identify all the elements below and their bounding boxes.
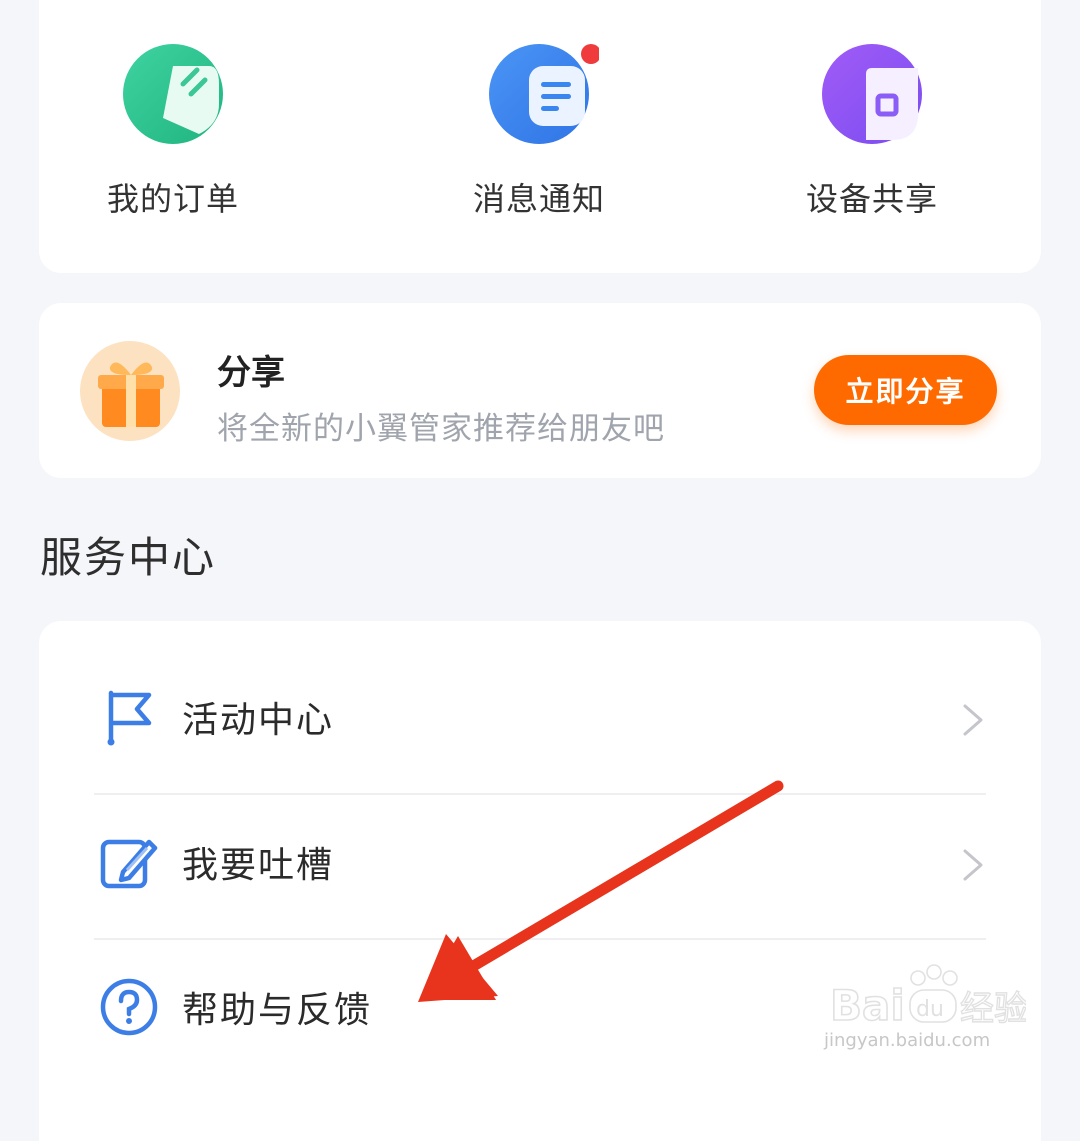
- edit-icon: [99, 832, 159, 892]
- share-card: 分享 将全新的小翼管家推荐给朋友吧 立即分享: [39, 303, 1041, 478]
- message-notification-button[interactable]: 消息通知: [429, 44, 649, 234]
- my-orders-label: 我的订单: [106, 180, 239, 218]
- service-item-label: 帮助与反馈: [182, 990, 373, 1031]
- device-share-button[interactable]: 设备共享: [762, 44, 982, 234]
- order-icon: [123, 44, 223, 144]
- help-icon: [99, 977, 159, 1037]
- gift-icon: [80, 341, 180, 441]
- service-item-feedback-complaint[interactable]: 我要吐槽: [94, 792, 986, 936]
- chevron-right-icon: [963, 704, 983, 736]
- share-now-button[interactable]: 立即分享: [814, 355, 997, 425]
- share-description: 将全新的小翼管家推荐给朋友吧: [217, 411, 665, 447]
- service-item-label: 活动中心: [182, 700, 335, 741]
- service-center-heading: 服务中心: [40, 533, 217, 582]
- service-center-list: 活动中心 我要吐槽 帮助与反馈: [39, 621, 1041, 1141]
- device-share-icon: [822, 44, 922, 144]
- chevron-right-icon: [963, 849, 983, 881]
- service-item-activity-center[interactable]: 活动中心: [94, 647, 986, 791]
- share-title: 分享: [217, 353, 285, 393]
- message-icon: [489, 44, 601, 144]
- unread-badge: [581, 44, 601, 64]
- quick-actions-card: 我的订单 消息通知 设备共享: [39, 0, 1041, 273]
- svg-text:Bai: Bai: [830, 981, 905, 1030]
- watermark-url: jingyan.baidu.com: [824, 1030, 991, 1051]
- service-item-label: 我要吐槽: [182, 845, 335, 886]
- flag-icon: [99, 687, 159, 747]
- my-orders-button[interactable]: 我的订单: [63, 44, 283, 234]
- svg-text:经验: 经验: [960, 989, 1026, 1029]
- svg-text:du: du: [916, 997, 944, 1022]
- device-share-label: 设备共享: [805, 180, 938, 218]
- message-notification-label: 消息通知: [472, 180, 605, 218]
